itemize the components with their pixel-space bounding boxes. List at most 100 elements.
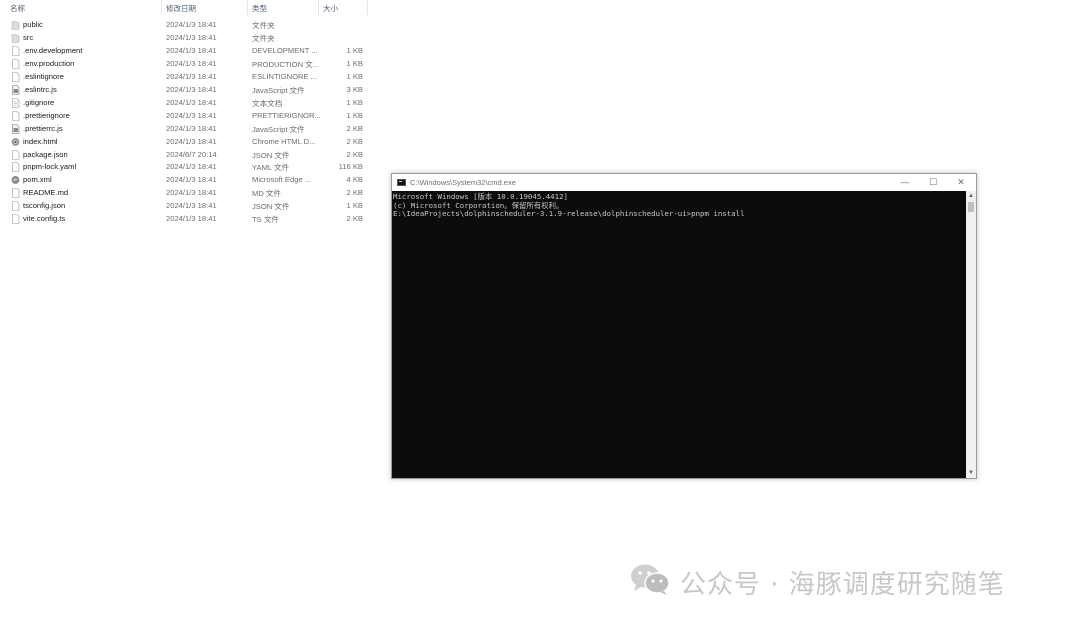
file-icon	[11, 110, 20, 121]
file-size: 2 KB	[346, 188, 363, 198]
cmd-app-icon[interactable]	[397, 179, 406, 186]
file-date: 2024/1/3 18:41	[166, 136, 217, 146]
file-type: JSON 文件	[252, 150, 290, 160]
file-row[interactable]: vite.config.ts 2024/1/3 18:41 TS 文件 2 KB	[0, 213, 372, 226]
column-separator[interactable]	[161, 0, 162, 15]
chrome-icon	[11, 137, 20, 147]
file-name: index.html	[23, 136, 58, 146]
file-icon	[11, 214, 20, 225]
file-size: 116 KB	[338, 162, 363, 172]
file-name: package.json	[23, 149, 68, 159]
js-file-icon	[11, 123, 20, 134]
file-name: src	[23, 32, 34, 42]
file-date: 2024/1/3 18:41	[166, 45, 217, 55]
file-type: MD 文件	[252, 189, 282, 199]
column-header-row: ⌃ 名称 修改日期 类型 大小	[0, 0, 372, 15]
scroll-thumb[interactable]	[968, 202, 974, 212]
edge-icon	[11, 175, 20, 185]
file-date: 2024/1/3 18:41	[166, 20, 217, 29]
file-size: 4 KB	[346, 175, 363, 185]
file-date: 2024/1/3 18:41	[166, 110, 217, 120]
file-size: 1 KB	[346, 71, 363, 81]
file-name: tsconfig.json	[23, 201, 66, 211]
file-row[interactable]: public 2024/1/3 18:41 文件夹	[0, 19, 372, 32]
maximize-button[interactable]: ☐	[922, 176, 944, 188]
column-separator[interactable]	[318, 0, 319, 15]
file-type: JavaScript 文件	[252, 124, 305, 134]
cmd-titlebar[interactable]: C:\Windows\System32\cmd.exe — ☐ ✕	[392, 174, 976, 191]
file-date: 2024/1/3 18:41	[166, 188, 217, 198]
file-size: 1 KB	[346, 45, 363, 55]
file-icon	[11, 46, 20, 56]
file-icon	[11, 149, 20, 160]
file-type: DEVELOPMENT ...	[252, 45, 318, 55]
file-icon	[11, 71, 20, 82]
file-size: 2 KB	[346, 214, 363, 224]
column-size-header[interactable]: 大小	[323, 3, 338, 14]
file-size: 1 KB	[346, 58, 363, 68]
file-date: 2024/1/3 18:41	[166, 123, 217, 133]
file-row[interactable]: index.html 2024/1/3 18:41 Chrome HTML D...…	[0, 136, 372, 149]
minimize-button[interactable]: —	[894, 176, 916, 188]
file-row[interactable]: tsconfig.json 2024/1/3 18:41 JSON 文件 1 KB	[0, 200, 372, 213]
js-file-icon	[11, 84, 20, 95]
close-button[interactable]: ✕	[950, 176, 972, 188]
file-date: 2024/1/3 18:41	[166, 84, 217, 94]
file-name: .eslintignore	[23, 71, 64, 81]
file-size: 2 KB	[346, 123, 363, 133]
column-separator[interactable]	[367, 0, 368, 15]
file-size: 1 KB	[346, 201, 363, 211]
file-size: 2 KB	[346, 149, 363, 159]
file-row[interactable]: package.json 2024/6/7 20:14 JSON 文件 2 KB	[0, 149, 372, 162]
file-type: YAML 文件	[252, 163, 290, 173]
file-row[interactable]: src 2024/1/3 18:41 文件夹	[0, 32, 372, 45]
scroll-down-arrow-icon[interactable]: ▼	[966, 468, 976, 478]
file-row[interactable]: .gitignore 2024/1/3 18:41 文本文档 1 KB	[0, 97, 372, 110]
cmd-window-title: C:\Windows\System32\cmd.exe	[410, 178, 516, 187]
file-name: .gitignore	[23, 97, 55, 107]
file-row[interactable]: pom.xml 2024/1/3 18:41 Microsoft Edge ... 4…	[0, 174, 372, 187]
file-name: .prettierignore	[23, 110, 70, 120]
file-type: JavaScript 文件	[252, 85, 305, 95]
file-row[interactable]: .eslintrc.js 2024/1/3 18:41 JavaScript 文件 3…	[0, 84, 372, 97]
cmd-window[interactable]: C:\Windows\System32\cmd.exe — ☐ ✕ Micros…	[391, 173, 977, 479]
file-date: 2024/6/7 20:14	[166, 149, 217, 159]
file-date: 2024/1/3 18:41	[166, 71, 217, 81]
folder-icon	[11, 33, 20, 43]
cmd-scrollbar[interactable]: ▲ ▼	[966, 191, 976, 478]
column-date-header[interactable]: 修改日期	[166, 3, 196, 14]
file-name: public	[23, 20, 43, 29]
file-icon	[11, 188, 20, 199]
wechat-icon	[631, 564, 670, 595]
file-explorer: ⌃ 名称 修改日期 类型 大小 public 2024/1/3 18:41 文件夹 s…	[0, 0, 372, 240]
folder-icon	[11, 20, 20, 30]
file-type: Chrome HTML D...	[252, 136, 316, 146]
file-name: pom.xml	[23, 175, 52, 185]
file-size: 2 KB	[346, 136, 363, 146]
file-name: .env.development	[23, 45, 83, 55]
file-icon	[11, 201, 20, 212]
sort-up-icon: ⌃	[82, 0, 88, 5]
file-date: 2024/1/3 18:41	[166, 201, 217, 211]
file-row[interactable]: README.md 2024/1/3 18:41 MD 文件 2 KB	[0, 187, 372, 200]
file-date: 2024/1/3 18:41	[166, 175, 217, 185]
file-date: 2024/1/3 18:41	[166, 214, 217, 224]
file-size: 1 KB	[346, 97, 363, 107]
file-name: .prettierrc.js	[23, 123, 63, 133]
file-date: 2024/1/3 18:41	[166, 162, 217, 172]
file-icon	[11, 162, 20, 173]
file-row[interactable]: .eslintignore 2024/1/3 18:41 ESLINTIGNORE …	[0, 71, 372, 84]
file-type: ESLINTIGNORE ...	[252, 71, 317, 81]
column-separator[interactable]	[247, 0, 248, 15]
column-type-header[interactable]: 类型	[252, 3, 267, 14]
file-date: 2024/1/3 18:41	[166, 32, 217, 42]
file-row[interactable]: .prettierignore 2024/1/3 18:41 PRETTIERIGN…	[0, 110, 372, 123]
scroll-up-arrow-icon[interactable]: ▲	[966, 191, 976, 201]
file-name: .eslintrc.js	[23, 84, 57, 94]
file-row[interactable]: .env.development 2024/1/3 18:41 DEVELOPMEN…	[0, 45, 372, 58]
file-row[interactable]: pnpm-lock.yaml 2024/1/3 18:41 YAML 文件 116 K…	[0, 161, 372, 174]
file-row[interactable]: .env.production 2024/1/3 18:41 PRODUCTION …	[0, 58, 372, 71]
file-row[interactable]: .prettierrc.js 2024/1/3 18:41 JavaScript 文…	[0, 123, 372, 136]
cmd-console[interactable]: Microsoft Windows [版本 10.0.19045.4412] (c…	[392, 191, 966, 478]
column-name-header[interactable]: 名称	[10, 3, 25, 14]
